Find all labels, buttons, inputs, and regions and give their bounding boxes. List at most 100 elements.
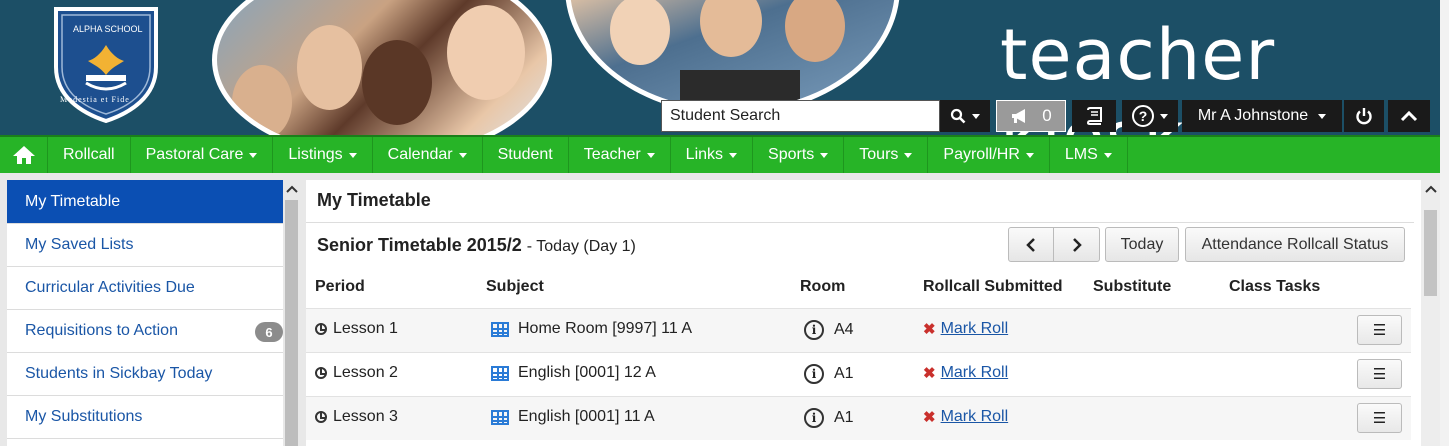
window-edge <box>1440 0 1449 446</box>
sidebar-item-my-timetable[interactable]: My Timetable <box>7 180 283 224</box>
room-cell: i A1 <box>804 408 854 428</box>
sidebar-item-label: Requisitions to Action <box>25 322 178 339</box>
page-title: My Timetable <box>317 190 431 210</box>
column-header-substitute: Substitute <box>1093 278 1172 295</box>
sidebar-item-substitutions[interactable]: My Substitutions <box>7 396 283 439</box>
user-name: Mr A Johnstone <box>1197 107 1309 124</box>
search-button[interactable] <box>940 100 990 132</box>
scrollbar-thumb[interactable] <box>285 200 298 446</box>
rollcall-cell: ✖ Mark Roll <box>923 364 1008 382</box>
nav-label: Rollcall <box>63 146 115 163</box>
logout-button[interactable] <box>1344 100 1384 132</box>
count-badge: 6 <box>255 322 283 342</box>
chevron-up-icon[interactable] <box>283 180 300 198</box>
room-label: A1 <box>834 409 854 426</box>
table-row: Lesson 3 English [0001] 11 A i A1 ✖ Mark R… <box>306 396 1411 440</box>
help-button[interactable]: ? <box>1122 100 1178 132</box>
chevron-down-icon <box>729 152 738 158</box>
sidebar-item-label: Students in Sickbay Today <box>25 365 213 382</box>
subject-cell[interactable]: Home Room [9997] 11 A <box>491 320 692 338</box>
book-icon <box>1086 107 1102 125</box>
logo-motto: Modestia et Fide <box>60 95 130 104</box>
nav-teacher[interactable]: Teacher <box>569 137 671 173</box>
nav-label: Payroll/HR <box>943 146 1020 163</box>
timetable-day: - Today (Day 1) <box>526 238 636 255</box>
sidebar-item-requisitions[interactable]: Requisitions to Action 6 <box>7 310 283 353</box>
megaphone-icon <box>1012 109 1026 123</box>
nav-listings[interactable]: Listings <box>273 137 373 173</box>
main-scrollbar[interactable] <box>1421 180 1440 446</box>
cross-icon: ✖ <box>923 409 936 426</box>
nav-tours[interactable]: Tours <box>844 137 929 173</box>
clock-icon <box>315 323 327 335</box>
chevron-down-icon <box>1025 152 1034 158</box>
attendance-rollcall-status-button[interactable]: Attendance Rollcall Status <box>1185 227 1405 262</box>
timetable-panel: My Timetable Senior Timetable 2015/2 - T… <box>306 180 1421 446</box>
students-photo-left <box>212 0 552 135</box>
nav-links[interactable]: Links <box>671 137 754 173</box>
subject-label: English [0001] 12 A <box>518 364 656 381</box>
nav-lms[interactable]: LMS <box>1050 137 1128 173</box>
home-icon <box>12 146 35 164</box>
info-icon[interactable]: i <box>804 320 824 340</box>
sidebar-item-label: My Substitutions <box>25 408 143 425</box>
class-grid-icon[interactable] <box>491 409 509 425</box>
divider <box>306 222 1414 223</box>
info-icon[interactable]: i <box>804 364 824 384</box>
mark-roll-link[interactable]: Mark Roll <box>941 408 1009 426</box>
subject-cell[interactable]: English [0001] 12 A <box>491 364 656 382</box>
search-icon <box>950 108 966 124</box>
timetable-heading: Senior Timetable 2015/2 - Today (Day 1) <box>317 235 636 256</box>
chevron-up-icon <box>1400 110 1418 122</box>
scrollbar-thumb[interactable] <box>1424 210 1437 296</box>
main-nav: Rollcall Pastoral Care Listings Calendar… <box>0 135 1440 173</box>
room-label: A4 <box>834 321 854 338</box>
mark-roll-link[interactable]: Mark Roll <box>941 364 1009 382</box>
sidebar-item-sickbay[interactable]: Students in Sickbay Today <box>7 353 283 396</box>
today-button[interactable]: Today <box>1105 227 1179 262</box>
mark-roll-link[interactable]: Mark Roll <box>941 320 1009 338</box>
student-search-input[interactable] <box>662 101 939 131</box>
chevron-right-icon <box>1072 237 1082 252</box>
hamburger-icon: ☰ <box>1372 410 1387 427</box>
table-row: Lesson 1 Home Room [9997] 11 A i A4 ✖ Mark… <box>306 308 1411 352</box>
student-search-field[interactable] <box>661 100 940 132</box>
nav-calendar[interactable]: Calendar <box>373 137 483 173</box>
sidebar-item-curricular-activities[interactable]: Curricular Activities Due <box>7 267 283 310</box>
class-grid-icon[interactable] <box>491 321 509 337</box>
nav-payroll-hr[interactable]: Payroll/HR <box>928 137 1050 173</box>
nav-student[interactable]: Student <box>483 137 569 173</box>
column-header-rollcall: Rollcall Submitted <box>923 278 1063 295</box>
class-tasks-menu-button[interactable]: ☰ <box>1357 359 1402 389</box>
sidebar-scrollbar[interactable] <box>283 180 300 446</box>
next-day-button[interactable] <box>1054 227 1100 262</box>
clock-icon <box>315 411 327 423</box>
nav-pastoral-care[interactable]: Pastoral Care <box>131 137 274 173</box>
nav-label: Teacher <box>583 146 641 163</box>
nav-rollcall[interactable]: Rollcall <box>48 137 131 173</box>
column-header-period: Period <box>315 278 365 295</box>
notifications-button[interactable]: 0 <box>996 100 1066 132</box>
chevron-down-icon <box>1318 113 1327 119</box>
class-grid-icon[interactable] <box>491 365 509 381</box>
subject-label: English [0001] 11 A <box>518 408 655 425</box>
nav-sports[interactable]: Sports <box>753 137 845 173</box>
class-tasks-menu-button[interactable]: ☰ <box>1357 315 1402 345</box>
chevron-up-icon[interactable] <box>1422 180 1439 198</box>
sidebar-item-my-saved-lists[interactable]: My Saved Lists <box>7 224 283 267</box>
user-menu-button[interactable]: Mr A Johnstone <box>1182 100 1342 132</box>
handbook-button[interactable] <box>1072 100 1116 132</box>
info-icon[interactable]: i <box>804 408 824 428</box>
subject-cell[interactable]: English [0001] 11 A <box>491 408 655 426</box>
subject-label: Home Room [9997] 11 A <box>518 320 693 337</box>
chevron-down-icon <box>1103 152 1112 158</box>
nav-home[interactable] <box>0 137 48 173</box>
previous-day-button[interactable] <box>1008 227 1054 262</box>
app-root: ALPHA SCHOOL Modestia et Fide teacher ki… <box>0 0 1449 446</box>
class-tasks-menu-button[interactable]: ☰ <box>1357 403 1402 433</box>
nav-label: Sports <box>768 146 815 163</box>
clock-icon <box>315 367 327 379</box>
nav-label: Listings <box>288 146 343 163</box>
collapse-header-button[interactable] <box>1388 100 1430 132</box>
hamburger-icon: ☰ <box>1372 322 1387 339</box>
